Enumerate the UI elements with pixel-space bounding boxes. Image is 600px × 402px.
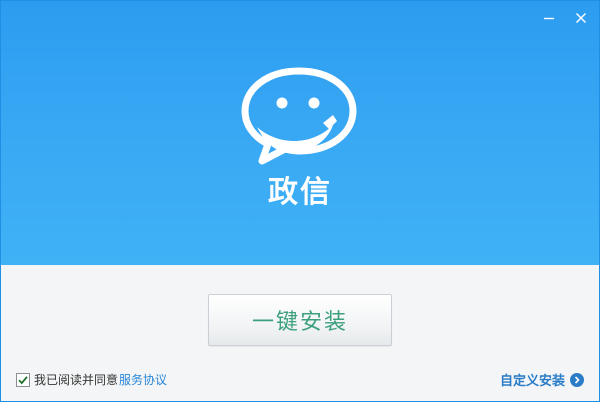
close-icon	[576, 13, 586, 23]
agreement-row: 我已阅读并同意 服务协议	[16, 371, 167, 388]
installer-window: 政信 一键安装 我已阅读并同意 服务协议 自定义安装	[0, 0, 600, 402]
minimize-icon	[544, 17, 554, 20]
window-controls	[537, 7, 593, 29]
minimize-button[interactable]	[537, 7, 561, 29]
chevron-right-circle-icon	[570, 372, 584, 387]
app-title: 政信	[268, 175, 332, 210]
agreement-checkbox[interactable]	[16, 372, 30, 387]
checkmark-icon	[18, 375, 28, 384]
agreement-text: 我已阅读并同意	[34, 373, 119, 387]
terms-link[interactable]: 服务协议	[119, 371, 167, 388]
custom-install-link[interactable]: 自定义安装	[500, 370, 584, 389]
one-click-install-button[interactable]: 一键安装	[208, 294, 392, 346]
custom-install-label: 自定义安装	[499, 374, 565, 389]
header-banner: 政信	[1, 1, 599, 265]
chat-bubble-bird-logo	[241, 67, 357, 165]
close-button[interactable]	[569, 7, 593, 29]
